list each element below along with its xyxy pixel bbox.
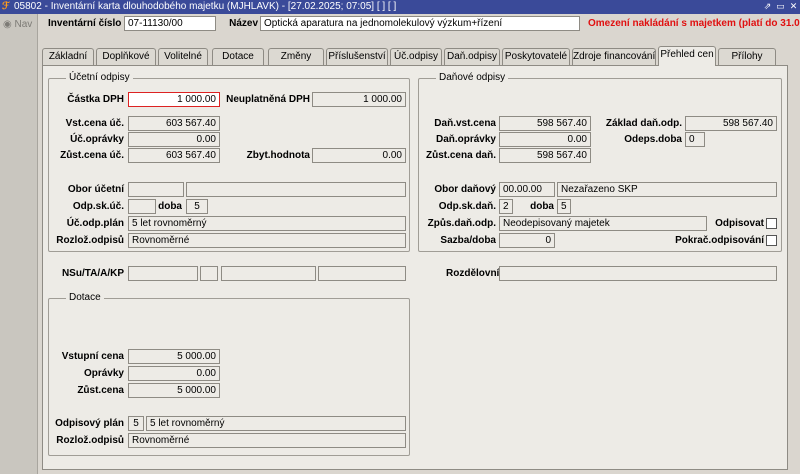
tax-dep-group-label: Odp.sk.daň.	[438, 201, 496, 212]
unclaimed-vat-label: Neuplatněná DPH	[226, 94, 310, 105]
nav-label: Nav	[14, 19, 33, 30]
title-bar: ℱ 05802 - Inventární karta dlouhodobého …	[0, 0, 800, 14]
subsidy-dep-plan-code[interactable]: 5	[128, 416, 144, 431]
tax-dep-method-label: Způs.daň.odp.	[427, 218, 496, 229]
tab-dotace[interactable]: Dotace	[212, 48, 264, 65]
maximize-icon[interactable]: ▭	[775, 1, 786, 12]
restriction-warning: Omezení nakládání s majetkem (platí do 3…	[588, 18, 800, 29]
nav-strip: ◉ Nav	[0, 14, 38, 474]
depreciated-period-label: Odeps.doba	[624, 134, 682, 145]
vat-amount-field[interactable]: 1 000.00	[128, 92, 220, 107]
subsidy-residual-price-field[interactable]: 5 000.00	[128, 383, 220, 398]
tax-group-title: Daňové odpisy	[436, 72, 509, 84]
nsu-field-3[interactable]	[221, 266, 316, 281]
vat-amount-label: Částka DPH	[67, 94, 124, 105]
rate-period-label: Sazba/doba	[440, 235, 496, 246]
subsidy-entry-price-label: Vstupní cena	[61, 351, 124, 362]
name-field[interactable]: Optická aparatura na jednomolekulový výz…	[260, 16, 580, 31]
tax-field-label: Obor daňový	[434, 184, 496, 195]
acc-period-label: doba	[158, 201, 182, 212]
depreciate-label: Odpisovat	[715, 218, 764, 229]
tax-dep-group-field[interactable]: 2	[499, 199, 513, 214]
tax-entry-price-label: Daň.vst.cena	[434, 118, 496, 129]
tax-base-field[interactable]: 598 567.40	[685, 116, 777, 131]
tab-zmeny[interactable]: Změny	[268, 48, 324, 65]
tax-depreciation-label: Daň.oprávky	[435, 134, 496, 145]
tax-residual-price-label: Zůst.cena daň.	[425, 150, 496, 161]
tax-residual-price-field[interactable]: 598 567.40	[499, 148, 591, 163]
depreciate-checkbox[interactable]	[766, 218, 777, 229]
tab-zakladni[interactable]: Základní	[42, 48, 94, 65]
depreciated-period-field[interactable]: 0	[685, 132, 705, 147]
acc-residual-price-label: Zůst.cena úč.	[60, 150, 124, 161]
acc-distribution-label: Rozlož.odpisů	[56, 235, 124, 246]
tax-entry-price-field[interactable]: 598 567.40	[499, 116, 591, 131]
distribution-list-label: Rozdělovník	[446, 268, 505, 279]
tab-doplnkove[interactable]: Doplňkové	[96, 48, 156, 65]
tab-volitelne[interactable]: Volitelné	[158, 48, 208, 65]
tax-period-field[interactable]: 5	[557, 199, 571, 214]
accounting-group-title: Účetní odpisy	[66, 72, 133, 84]
subsidy-depreciation-field[interactable]: 0.00	[128, 366, 220, 381]
acc-field-code[interactable]	[128, 182, 184, 197]
subsidy-dep-plan-label: Odpisový plán	[55, 418, 124, 429]
unclaimed-vat-field[interactable]: 1 000.00	[312, 92, 406, 107]
subsidy-dep-plan-field[interactable]: 5 let rovnoměrný	[146, 416, 406, 431]
acc-dep-group-field[interactable]	[128, 199, 156, 214]
window-title: 05802 - Inventární karta dlouhodobého ma…	[14, 1, 397, 12]
residual-value-field[interactable]: 0.00	[312, 148, 406, 163]
nsu-field-4[interactable]	[318, 266, 406, 281]
tab-dan-odpisy[interactable]: Daň.odpisy	[444, 48, 500, 65]
acc-depreciation-field[interactable]: 0.00	[128, 132, 220, 147]
subsidy-distribution-label: Rozlož.odpisů	[56, 435, 124, 446]
nav-button[interactable]: ◉ Nav	[3, 19, 32, 30]
acc-dep-group-label: Odp.sk.úč.	[72, 201, 124, 212]
acc-residual-price-field[interactable]: 603 567.40	[128, 148, 220, 163]
tab-prehled-cen[interactable]: Přehled cen	[658, 46, 716, 66]
acc-entry-price-label: Vst.cena úč.	[65, 118, 124, 129]
tax-field-code[interactable]: 00.00.00	[499, 182, 555, 197]
tax-depreciation-field[interactable]: 0.00	[499, 132, 591, 147]
subsidy-residual-price-label: Zůst.cena	[77, 385, 124, 396]
acc-entry-price-field[interactable]: 603 567.40	[128, 116, 220, 131]
distribution-list-field[interactable]	[499, 266, 777, 281]
close-icon[interactable]: ✕	[788, 1, 799, 12]
inventory-number-field[interactable]: 07-11130/00	[124, 16, 216, 31]
acc-dep-plan-label: Úč.odp.plán	[66, 218, 124, 229]
acc-dep-plan-field[interactable]: 5 let rovnoměrný	[128, 216, 406, 231]
acc-distribution-field[interactable]: Rovnoměrné	[128, 233, 406, 248]
tab-prislusenstvi[interactable]: Příslušenství	[326, 48, 388, 65]
tab-zdroje-financovani[interactable]: Zdroje financování	[572, 48, 656, 65]
nsu-field-2[interactable]	[200, 266, 218, 281]
acc-depreciation-label: Úč.oprávky	[70, 134, 124, 145]
tax-field-text[interactable]: Nezařazeno SKP	[557, 182, 777, 197]
tab-poskytovatele[interactable]: Poskytovatelé	[502, 48, 570, 65]
tab-prilohy[interactable]: Přílohy	[718, 48, 776, 65]
acc-field-label: Obor účetní	[67, 184, 124, 195]
subsidy-depreciation-label: Oprávky	[83, 368, 124, 379]
nav-icon: ◉	[3, 19, 12, 30]
tax-base-label: Základ daň.odp.	[605, 118, 682, 129]
app-icon: ℱ	[2, 1, 10, 12]
acc-period-field[interactable]: 5	[186, 199, 208, 214]
subsidy-distribution-field[interactable]: Rovnoměrné	[128, 433, 406, 448]
restore-icon[interactable]: ⇗	[762, 1, 773, 12]
subsidy-entry-price-field[interactable]: 5 000.00	[128, 349, 220, 364]
tab-uc-odpisy[interactable]: Úč.odpisy	[390, 48, 442, 65]
residual-value-label: Zbyt.hodnota	[246, 150, 310, 161]
subsidy-group-title: Dotace	[66, 292, 104, 304]
continued-depreciation-checkbox[interactable]	[766, 235, 777, 246]
tax-dep-method-field[interactable]: Neodepisovaný majetek	[499, 216, 707, 231]
rate-period-field[interactable]: 0	[499, 233, 555, 248]
inventory-number-label: Inventární číslo	[48, 18, 122, 29]
nsu-field-1[interactable]	[128, 266, 198, 281]
tax-period-label: doba	[530, 201, 554, 212]
name-label: Název	[229, 18, 258, 29]
nsu-label: NSu/TA/A/KP	[61, 268, 124, 279]
continued-depreciation-label: Pokrač.odpisování	[675, 235, 764, 246]
acc-field-text[interactable]	[186, 182, 406, 197]
